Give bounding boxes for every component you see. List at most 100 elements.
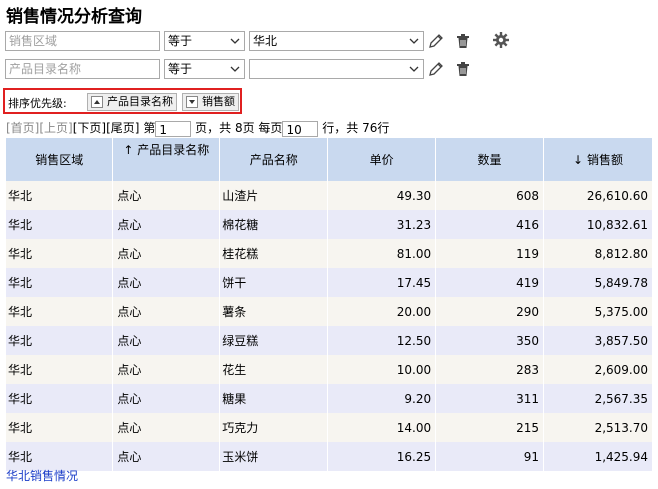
table-cell: 花生 [219,355,329,384]
column-header-product[interactable]: 产品名称 [219,138,329,181]
table-cell: 点心 [112,384,221,413]
table-cell: 点心 [112,413,221,442]
table-row[interactable]: 华北 点心 薯条 20.00 290 5,375.00 [6,297,653,326]
table-cell: 点心 [112,442,221,471]
sort-item-sales[interactable]: 销售额 [182,93,239,111]
table-row[interactable]: 华北 点心 山渣片 49.30 608 26,610.60 [6,181,653,210]
page-info: 页，共 8页 每页 [195,121,283,135]
operator-select-2[interactable]: 等于 [164,59,245,79]
page-size-input[interactable]: 10 [282,120,319,137]
table-cell: 419 [435,268,544,297]
value-select-2[interactable] [249,59,424,79]
sort-item-category[interactable]: 产品目录名称 [87,93,177,111]
last-page-link[interactable]: [尾页] [106,121,139,135]
table-cell: 311 [435,384,544,413]
table-cell: 81.00 [327,239,437,268]
operator-value: 等于 [168,62,193,76]
gear-icon[interactable] [492,31,510,49]
operator-value: 等于 [168,34,193,48]
table-cell: 10.00 [327,355,437,384]
table-row[interactable]: 华北 点心 花生 10.00 283 2,609.00 [6,355,653,384]
field-input-1[interactable]: 销售区域 [5,31,160,51]
table-cell: 华北 [6,384,114,413]
table-cell: 91 [435,442,544,471]
table-cell: 巧克力 [219,413,329,442]
region-sales-link[interactable]: 华北销售情况 [6,467,78,484]
column-header-sales[interactable]: ↓ 销售额 [543,138,653,181]
value-text: 华北 [253,34,278,48]
table-cell: 2,513.70 [543,413,653,442]
sales-table: 销售区域 ↑ 产品目录名称 产品名称 单价 数量 ↓ 销售额 华北 点心 山渣片 49… [6,138,653,471]
table-cell: 8,812.80 [543,239,653,268]
page-number-input[interactable]: 1 [155,120,192,137]
table-cell: 点心 [112,210,221,239]
table-cell: 华北 [6,413,114,442]
table-header-row: 销售区域 ↑ 产品目录名称 产品名称 单价 数量 ↓ 销售额 [6,138,653,181]
trash-icon[interactable] [454,60,472,78]
table-cell: 290 [435,297,544,326]
prev-page-link[interactable]: [上页] [39,121,72,135]
table-cell: 华北 [6,355,114,384]
sort-desc-icon [186,96,198,108]
value-select-1[interactable]: 华北 [249,31,424,51]
table-cell: 416 [435,210,544,239]
table-row[interactable]: 华北 点心 巧克力 14.00 215 2,513.70 [6,413,653,442]
table-cell: 点心 [112,355,221,384]
table-cell: 608 [435,181,544,210]
table-cell: 点心 [112,297,221,326]
table-row[interactable]: 华北 点心 绿豆糕 12.50 350 3,857.50 [6,326,653,355]
pencil-icon[interactable] [427,60,445,78]
sort-priority-label: 排序优先级: [8,97,67,110]
table-cell: 3,857.50 [543,326,653,355]
table-cell: 17.45 [327,268,437,297]
table-cell: 2,609.00 [543,355,653,384]
sort-item-label: 产品目录名称 [107,95,173,108]
table-cell: 华北 [6,210,114,239]
operator-select-1[interactable]: 等于 [164,31,245,51]
table-cell: 点心 [112,181,221,210]
column-header-region[interactable]: 销售区域 [6,138,114,181]
table-cell: 点心 [112,268,221,297]
table-cell: 5,849.78 [543,268,653,297]
field-input-2[interactable]: 产品目录名称 [5,59,160,79]
table-cell: 10,832.61 [543,210,653,239]
table-row[interactable]: 华北 点心 棉花糖 31.23 416 10,832.61 [6,210,653,239]
chevron-down-icon [409,66,419,72]
table-cell: 绿豆糕 [219,326,329,355]
table-cell: 1,425.94 [543,442,653,471]
table-cell: 20.00 [327,297,437,326]
table-cell: 350 [435,326,544,355]
next-page-link[interactable]: [下页] [73,121,106,135]
first-page-link[interactable]: [首页] [6,121,39,135]
table-cell: 2,567.35 [543,384,653,413]
table-cell: 桂花糕 [219,239,329,268]
table-row[interactable]: 华北 点心 糖果 9.20 311 2,567.35 [6,384,653,413]
table-cell: 华北 [6,326,114,355]
table-cell: 华北 [6,239,114,268]
table-row[interactable]: 华北 点心 桂花糕 81.00 119 8,812.80 [6,239,653,268]
trash-icon[interactable] [454,32,472,50]
sort-item-label: 销售额 [202,95,235,108]
pencil-icon[interactable] [427,32,445,50]
column-header-category[interactable]: ↑ 产品目录名称 [112,138,221,181]
table-cell: 棉花糖 [219,210,329,239]
table-cell: 31.23 [327,210,437,239]
table-cell: 点心 [112,239,221,268]
table-cell: 5,375.00 [543,297,653,326]
sort-asc-icon [91,96,103,108]
column-header-price[interactable]: 单价 [327,138,437,181]
pagination: [首页][上页][下页][尾页] 第1 页，共 8页 每页 10 行，共 76行 [6,119,389,137]
table-cell: 糖果 [219,384,329,413]
sort-asc-arrow: ↑ [123,143,134,157]
table-cell: 华北 [6,268,114,297]
table-row[interactable]: 华北 点心 玉米饼 16.25 91 1,425.94 [6,442,653,471]
table-row[interactable]: 华北 点心 饼干 17.45 419 5,849.78 [6,268,653,297]
table-cell: 华北 [6,181,114,210]
table-cell: 283 [435,355,544,384]
table-cell: 16.25 [327,442,437,471]
chevron-down-icon [409,38,419,44]
table-cell: 华北 [6,297,114,326]
page-title: 销售情况分析查询 [6,7,142,27]
table-cell: 119 [435,239,544,268]
column-header-quantity[interactable]: 数量 [435,138,544,181]
